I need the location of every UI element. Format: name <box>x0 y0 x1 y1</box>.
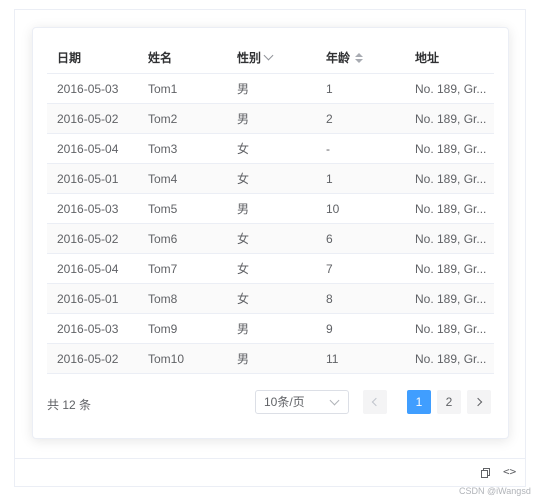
demo-source: 日期 姓名 性别 年龄 地址 2016-05-03 Tom1 男 1 No. 189, … <box>15 10 525 458</box>
chevron-down-icon <box>329 395 340 406</box>
cell-date: 2016-05-02 <box>57 111 119 126</box>
table-row[interactable]: 2016-05-03 Tom1 男 1 No. 189, Gr... <box>47 74 494 104</box>
cell-age: 10 <box>326 201 340 216</box>
table-card: 日期 姓名 性别 年龄 地址 2016-05-03 Tom1 男 1 No. 189, … <box>32 27 509 439</box>
pagination-total: 共 12 条 <box>47 398 92 412</box>
table-row[interactable]: 2016-05-03 Tom5 男 10 No. 189, Gr... <box>47 194 494 224</box>
cell-name: Tom5 <box>148 201 178 216</box>
cell-sex: 女 <box>237 232 250 246</box>
header-sex[interactable]: 性别 <box>227 49 316 66</box>
cell-date: 2016-05-03 <box>57 321 119 336</box>
cell-name: Tom4 <box>148 171 178 186</box>
cell-sex: 女 <box>237 142 250 156</box>
data-table: 日期 姓名 性别 年龄 地址 2016-05-03 Tom1 男 1 No. 189, … <box>47 42 494 374</box>
demo-block: 日期 姓名 性别 年龄 地址 2016-05-03 Tom1 男 1 No. 189, … <box>14 9 526 487</box>
cell-age: 1 <box>326 171 333 186</box>
cell-sex: 男 <box>237 352 250 366</box>
cell-name: Tom7 <box>148 261 178 276</box>
cell-name: Tom2 <box>148 111 178 126</box>
cell-age: 1 <box>326 81 333 96</box>
cell-address: No. 189, Gr... <box>415 201 487 216</box>
table-row[interactable]: 2016-05-01 Tom4 女 1 No. 189, Gr... <box>47 164 494 194</box>
next-page-button[interactable] <box>467 390 491 414</box>
cell-address: No. 189, Gr... <box>415 141 487 156</box>
header-sex-label: 性别 <box>237 51 262 65</box>
page-size-value: 10条/页 <box>264 395 305 409</box>
cell-date: 2016-05-02 <box>57 231 119 246</box>
cell-sex: 男 <box>237 82 250 96</box>
page-size-select[interactable]: 10条/页 <box>255 390 349 414</box>
cell-sex: 男 <box>237 322 250 336</box>
cell-address: No. 189, Gr... <box>415 111 487 126</box>
cell-date: 2016-05-02 <box>57 351 119 366</box>
table-row[interactable]: 2016-05-02 Tom10 男 11 No. 189, Gr... <box>47 344 494 374</box>
cell-age: - <box>326 141 330 156</box>
cell-name: Tom1 <box>148 81 178 96</box>
cell-address: No. 189, Gr... <box>415 351 487 366</box>
cell-date: 2016-05-04 <box>57 261 119 276</box>
cell-name: Tom9 <box>148 321 178 336</box>
table-row[interactable]: 2016-05-03 Tom9 男 9 No. 189, Gr... <box>47 314 494 344</box>
cell-address: No. 189, Gr... <box>415 81 487 96</box>
header-age[interactable]: 年龄 <box>316 49 405 66</box>
cell-sex: 女 <box>237 172 250 186</box>
cell-address: No. 189, Gr... <box>415 231 487 246</box>
cell-sex: 女 <box>237 262 250 276</box>
cell-address: No. 189, Gr... <box>415 321 487 336</box>
cell-name: Tom8 <box>148 291 178 306</box>
table-body: 2016-05-03 Tom1 男 1 No. 189, Gr... 2016-05-02… <box>47 74 494 374</box>
table-row[interactable]: 2016-05-02 Tom2 男 2 No. 189, Gr... <box>47 104 494 134</box>
header-address: 地址 <box>415 51 440 65</box>
table-row[interactable]: 2016-05-04 Tom7 女 7 No. 189, Gr... <box>47 254 494 284</box>
cell-name: Tom10 <box>148 351 185 366</box>
page-button-1[interactable]: 1 <box>407 390 431 414</box>
page-button-2[interactable]: 2 <box>437 390 461 414</box>
header-name: 姓名 <box>148 51 173 65</box>
pagination: 共 12 条 10条/页 1 2 <box>47 390 494 416</box>
cell-age: 9 <box>326 321 333 336</box>
cell-address: No. 189, Gr... <box>415 171 487 186</box>
header-date: 日期 <box>57 51 82 65</box>
table-header-row: 日期 姓名 性别 年龄 地址 <box>47 42 494 74</box>
cell-address: No. 189, Gr... <box>415 261 487 276</box>
cell-age: 2 <box>326 111 333 126</box>
cell-date: 2016-05-01 <box>57 171 119 186</box>
sort-caret-icon[interactable] <box>355 52 364 63</box>
copy-icon[interactable] <box>481 468 490 478</box>
cell-address: No. 189, Gr... <box>415 291 487 306</box>
cell-name: Tom3 <box>148 141 178 156</box>
cell-sex: 女 <box>237 292 250 306</box>
chevron-left-icon <box>371 397 381 407</box>
cell-date: 2016-05-03 <box>57 81 119 96</box>
cell-age: 8 <box>326 291 333 306</box>
table-row[interactable]: 2016-05-04 Tom3 女 - No. 189, Gr... <box>47 134 494 164</box>
cell-age: 7 <box>326 261 333 276</box>
header-age-label: 年龄 <box>326 51 351 65</box>
chevron-right-icon <box>473 397 483 407</box>
cell-age: 11 <box>326 351 339 366</box>
chevron-down-icon[interactable] <box>263 50 274 61</box>
cell-sex: 男 <box>237 112 250 126</box>
cell-sex: 男 <box>237 202 250 216</box>
table-row[interactable]: 2016-05-01 Tom8 女 8 No. 189, Gr... <box>47 284 494 314</box>
cell-date: 2016-05-04 <box>57 141 119 156</box>
cell-age: 6 <box>326 231 333 246</box>
watermark: CSDN @iWangsd <box>459 486 531 496</box>
cell-date: 2016-05-01 <box>57 291 119 306</box>
code-icon[interactable]: <> <box>503 465 516 478</box>
prev-page-button[interactable] <box>363 390 387 414</box>
table-row[interactable]: 2016-05-02 Tom6 女 6 No. 189, Gr... <box>47 224 494 254</box>
demo-control-bar: <> <box>15 458 525 486</box>
cell-date: 2016-05-03 <box>57 201 119 216</box>
cell-name: Tom6 <box>148 231 178 246</box>
